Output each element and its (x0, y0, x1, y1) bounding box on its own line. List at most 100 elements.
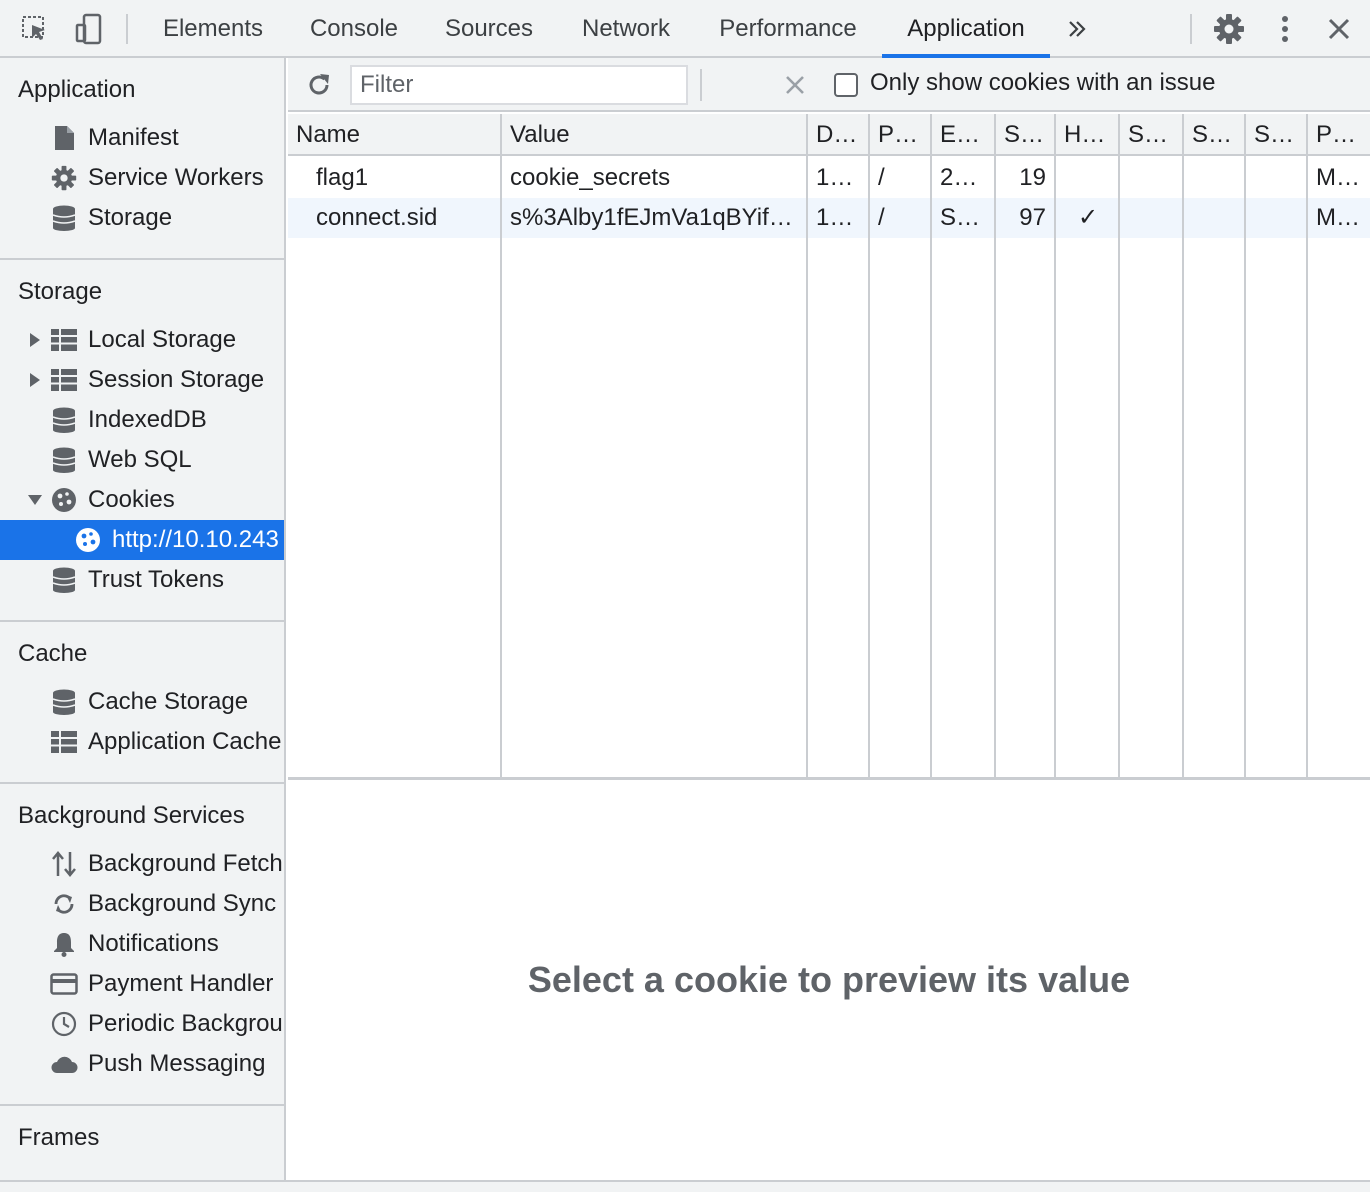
cell-httponly: ✓ (1078, 204, 1099, 231)
tab-elements[interactable]: Elements (150, 0, 276, 58)
card-icon (50, 970, 78, 998)
cookie-icon (74, 526, 102, 554)
sidebar-item-session-storage[interactable]: Session Storage (0, 360, 284, 400)
column-divider[interactable] (806, 114, 808, 777)
column-header-name[interactable]: Name (288, 114, 500, 156)
table-icon (50, 728, 78, 756)
toolbar-divider (126, 14, 128, 44)
clear-all-icon[interactable] (778, 68, 812, 102)
section-divider (0, 258, 284, 260)
sidebar-item-web-sql[interactable]: Web SQL (0, 440, 284, 480)
only-issues-checkbox[interactable] (834, 73, 858, 97)
column-header-samesite[interactable]: S… (1184, 114, 1244, 156)
sidebar-item-background-sync[interactable]: Background Sync (0, 884, 284, 924)
table-row[interactable]: connect.sid s%3Alby1fEJmVa1qBYif… 1… / S… (288, 198, 1370, 238)
cell-value: s%3Alby1fEJmVa1qBYif… (510, 204, 793, 231)
cell-secure (1128, 158, 1178, 198)
cell-value: cookie_secrets (510, 164, 671, 191)
column-divider[interactable] (1118, 114, 1120, 777)
sidebar-item-periodic-background-sync[interactable]: Periodic Background Sync (0, 1004, 284, 1044)
inspect-element-icon[interactable] (16, 10, 54, 48)
sidebar-item-storage[interactable]: Storage (0, 198, 284, 238)
sidebar-item-label: Cookies (88, 486, 175, 513)
sidebar-item-cookie-origin[interactable]: http://10.10.243 (0, 520, 284, 560)
sidebar-item-notifications[interactable]: Notifications (0, 924, 284, 964)
sidebar-item-label: http://10.10.243 (112, 526, 279, 553)
devtools-tab-bar: Elements Console Sources Network Perform… (0, 0, 1370, 58)
cell-sameparty (1254, 198, 1304, 238)
tab-console[interactable]: Console (296, 0, 412, 58)
sidebar-item-label: Session Storage (88, 366, 265, 393)
sidebar-item-service-workers[interactable]: Service Workers (0, 158, 284, 198)
sidebar-item-label: Notifications (88, 930, 219, 957)
close-icon[interactable] (1320, 10, 1358, 48)
column-divider[interactable] (500, 114, 502, 777)
sidebar-item-label: IndexedDB (88, 406, 207, 433)
filter-input[interactable] (350, 65, 688, 105)
database-icon (50, 688, 78, 716)
column-header-value[interactable]: Value (502, 114, 806, 156)
column-header-httponly[interactable]: H… (1056, 114, 1118, 156)
column-divider[interactable] (1306, 114, 1308, 777)
gear-icon[interactable] (1210, 10, 1248, 48)
column-divider[interactable] (994, 114, 996, 777)
sidebar-item-local-storage[interactable]: Local Storage (0, 320, 284, 360)
sidebar-item-label: Storage (88, 204, 173, 231)
sidebar-item-payment-handler[interactable]: Payment Handler (0, 964, 284, 1004)
sidebar-item-cookies[interactable]: Cookies (0, 480, 284, 520)
column-header-expires[interactable]: E… (932, 114, 994, 156)
gear-icon (50, 164, 78, 192)
sidebar-item-background-fetch[interactable]: Background Fetch (0, 844, 284, 884)
triangle-right-icon[interactable] (28, 373, 42, 387)
tab-network[interactable]: Network (568, 0, 684, 58)
column-header-path[interactable]: P… (870, 114, 930, 156)
cloud-icon (50, 1050, 78, 1078)
cookie-preview-pane: Select a cookie to preview its value (288, 780, 1370, 1180)
sidebar-item-label: Service Workers (88, 164, 264, 191)
section-title-application: Application (18, 76, 136, 103)
column-divider[interactable] (1244, 114, 1246, 777)
column-divider[interactable] (930, 114, 932, 777)
more-options-icon[interactable] (1266, 10, 1304, 48)
tab-performance[interactable]: Performance (706, 0, 870, 58)
sidebar-item-application-cache[interactable]: Application Cache (0, 722, 284, 762)
cell-priority: M… (1316, 164, 1360, 191)
sidebar-item-push-messaging[interactable]: Push Messaging (0, 1044, 284, 1084)
chevron-double-right-icon[interactable] (1058, 10, 1096, 48)
sidebar-item-label: Periodic Background Sync (88, 1010, 284, 1037)
cell-expires: S… (940, 204, 981, 231)
column-header-sameparty[interactable]: S… (1246, 114, 1306, 156)
triangle-right-icon[interactable] (28, 333, 42, 347)
cell-name: connect.sid (316, 204, 438, 231)
only-issues-label: Only show cookies with an issue (870, 69, 1216, 96)
table-row[interactable]: flag1 cookie_secrets 1… / 2… 19 M… (288, 158, 1370, 198)
sidebar-item-manifest[interactable]: Manifest (0, 118, 284, 158)
tab-sources[interactable]: Sources (432, 0, 546, 58)
column-header-size[interactable]: S… (996, 114, 1054, 156)
refresh-icon[interactable] (302, 68, 336, 102)
sidebar-item-label: Payment Handler (88, 970, 274, 997)
tab-application[interactable]: Application (882, 0, 1050, 58)
cell-samesite (1192, 158, 1242, 198)
column-header-secure[interactable]: S… (1120, 114, 1182, 156)
database-icon (50, 446, 78, 474)
cell-expires: 2… (940, 164, 978, 191)
device-toolbar-icon[interactable] (70, 10, 108, 48)
column-divider[interactable] (1182, 114, 1184, 777)
sidebar-item-label: Manifest (88, 124, 179, 151)
sidebar-item-indexeddb[interactable]: IndexedDB (0, 400, 284, 440)
sidebar-item-label: Cache Storage (88, 688, 249, 715)
sidebar-item-label: Background Sync (88, 890, 277, 917)
cookies-table: Name Value D… P… E… S… H… S… S… S… P… fl… (288, 114, 1370, 780)
triangle-down-icon[interactable] (28, 493, 42, 507)
cell-secure (1128, 198, 1178, 238)
column-divider[interactable] (868, 114, 870, 777)
sidebar-item-cache-storage[interactable]: Cache Storage (0, 682, 284, 722)
column-header-domain[interactable]: D… (808, 114, 868, 156)
sidebar-item-trust-tokens[interactable]: Trust Tokens (0, 560, 284, 600)
column-header-priority[interactable]: P… (1308, 114, 1370, 156)
table-icon (50, 366, 78, 394)
preview-empty-message: Select a cookie to preview its value (527, 959, 1131, 1000)
cookie-icon (50, 486, 78, 514)
column-divider[interactable] (1054, 114, 1056, 777)
